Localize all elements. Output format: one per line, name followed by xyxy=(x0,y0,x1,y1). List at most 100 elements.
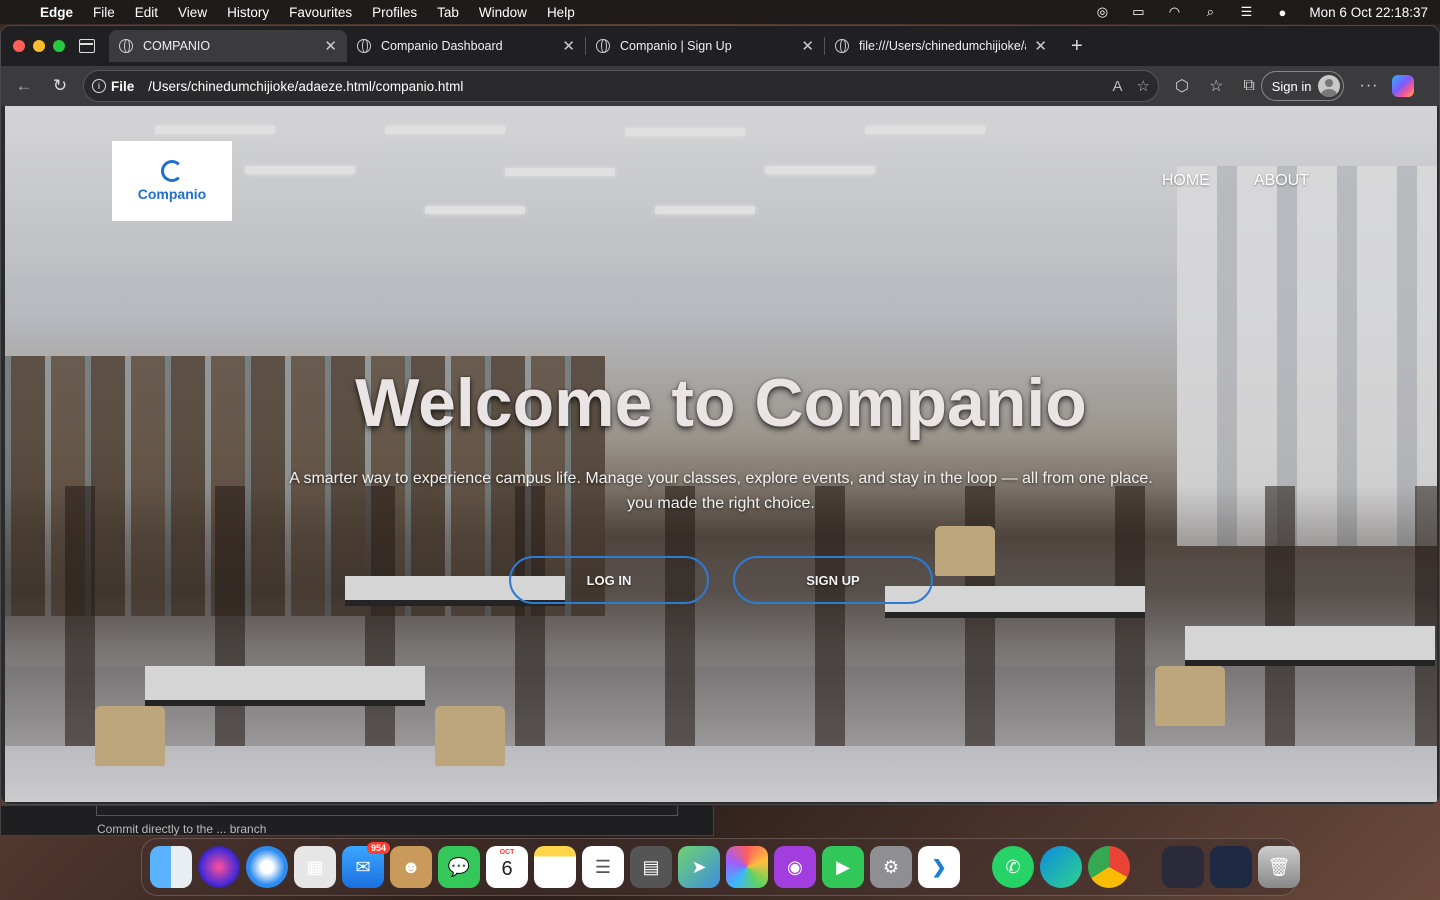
vscode-icon[interactable]: ❯ xyxy=(918,846,960,888)
system-settings-icon[interactable]: ⚙ xyxy=(870,846,912,888)
menu-favourites[interactable]: Favourites xyxy=(289,5,352,20)
photos-icon[interactable] xyxy=(726,846,768,888)
tab-companio-sign-up[interactable]: Companio | Sign Up ✕ xyxy=(586,30,824,62)
window-controls xyxy=(13,40,65,52)
wifi-icon[interactable]: ◠ xyxy=(1165,4,1183,19)
mail-icon[interactable]: ✉ 954 xyxy=(342,842,390,888)
new-tab-icon[interactable]: + xyxy=(1071,35,1083,58)
search-icon[interactable]: ⌕ xyxy=(1201,4,1219,19)
notes-icon[interactable] xyxy=(534,846,576,888)
tab-bar: COMPANIO ✕ Companio Dashboard ✕ Companio… xyxy=(1,26,1439,66)
address-url[interactable]: /Users/chinedumchijioke/adaeze.html/comp… xyxy=(148,79,1098,94)
nav-about-link[interactable]: ABOUT xyxy=(1254,172,1309,190)
menu-bar-clock[interactable]: Mon 6 Oct 22:18:37 xyxy=(1309,5,1428,20)
tab-companio[interactable]: COMPANIO ✕ xyxy=(109,30,347,62)
extensions-icon[interactable]: ⬡ xyxy=(1175,76,1189,96)
trash-icon[interactable]: 🗑 xyxy=(1258,846,1300,888)
toolbar-icons: ⬡ ☆ ⧉ xyxy=(1175,76,1255,96)
globe-icon xyxy=(596,39,610,53)
calculator-icon[interactable]: ▤ xyxy=(630,846,672,888)
back-arrow-icon[interactable]: ← xyxy=(11,76,37,96)
hero-subtitle-line-1: A smarter way to experience campus life.… xyxy=(289,470,1153,487)
avatar-icon xyxy=(1317,75,1340,97)
address-scheme-label: File xyxy=(111,78,135,94)
control-center-icon[interactable]: ☰ xyxy=(1237,4,1255,19)
menu-history[interactable]: History xyxy=(227,5,269,20)
close-tab-icon[interactable]: ✕ xyxy=(324,37,337,55)
favourite-star-icon[interactable]: ☆ xyxy=(1137,77,1150,95)
siri-icon[interactable] xyxy=(198,846,240,888)
tab-title: file:///Users/chinedumchijioke/a xyxy=(859,39,1027,53)
address-bar[interactable]: i File /Users/chinedumchijioke/adaeze.ht… xyxy=(83,70,1159,102)
close-tab-icon[interactable]: ✕ xyxy=(562,37,575,55)
recent-window-icon[interactable] xyxy=(1162,846,1204,888)
copilot-icon[interactable] xyxy=(1392,75,1415,97)
browser-toolbar: ← ↻ i File /Users/chinedumchijioke/adaez… xyxy=(1,66,1439,106)
reminders-icon[interactable]: ☰ xyxy=(582,846,624,888)
sign-in-label: Sign in xyxy=(1271,78,1312,94)
menu-tab[interactable]: Tab xyxy=(437,5,459,20)
tab-actions-icon[interactable] xyxy=(79,39,95,53)
menu-edit[interactable]: Edit xyxy=(135,5,158,20)
hero-subtitle-line-2: you made the right choice. xyxy=(627,495,815,512)
calendar-month: OCT xyxy=(499,849,515,856)
logo-text: Companio xyxy=(137,186,207,202)
info-icon[interactable]: i xyxy=(92,79,106,93)
menu-app-name[interactable]: Edge xyxy=(40,5,73,20)
companio-logo[interactable]: Companio xyxy=(112,141,232,221)
edge-icon[interactable] xyxy=(1040,846,1082,888)
launchpad-icon[interactable]: ▦ xyxy=(294,846,336,888)
calendar-day: 6 xyxy=(501,858,513,880)
menu-window[interactable]: Window xyxy=(479,5,527,20)
menu-profiles[interactable]: Profiles xyxy=(372,5,417,20)
companio-logo-icon xyxy=(161,160,183,182)
maps-icon[interactable]: ➤ xyxy=(678,846,720,888)
facetime-icon[interactable]: ▶ xyxy=(822,846,864,888)
mail-badge: 954 xyxy=(366,842,390,854)
grammarly-icon[interactable]: ◎ xyxy=(1093,4,1111,19)
page-viewport: Companio HOME ABOUT Welcome to Companio … xyxy=(5,106,1437,802)
contacts-icon[interactable]: ☻ xyxy=(390,846,432,888)
background-editor-text: Commit directly to the ... branch xyxy=(97,822,267,836)
macos-menu-bar: Edge File Edit View History Favourites P… xyxy=(0,0,1440,24)
recent-window-icon[interactable] xyxy=(1210,846,1252,888)
more-options-icon[interactable]: ··· xyxy=(1360,77,1379,95)
tab-local-file[interactable]: file:///Users/chinedumchijioke/a ✕ xyxy=(825,30,1057,62)
podcasts-icon[interactable]: ◉ xyxy=(774,846,816,888)
tab-title: Companio | Sign Up xyxy=(620,39,732,53)
minimize-window-button[interactable] xyxy=(33,40,45,52)
reload-icon[interactable]: ↻ xyxy=(47,76,73,96)
close-tab-icon[interactable]: ✕ xyxy=(1034,37,1047,55)
menu-help[interactable]: Help xyxy=(547,5,575,20)
favourites-icon[interactable]: ☆ xyxy=(1209,76,1223,96)
messages-icon[interactable]: 💬 xyxy=(438,846,480,888)
menu-view[interactable]: View xyxy=(178,5,207,20)
chrome-icon[interactable] xyxy=(1088,846,1130,888)
read-aloud-icon[interactable]: A xyxy=(1113,78,1123,95)
close-window-button[interactable] xyxy=(13,40,25,52)
log-in-button[interactable]: LOG IN xyxy=(509,556,709,604)
browser-window: COMPANIO ✕ Companio Dashboard ✕ Companio… xyxy=(0,25,1440,805)
calendar-icon[interactable]: OCT 6 xyxy=(486,846,528,888)
hero-subtitle: A smarter way to experience campus life.… xyxy=(265,466,1177,516)
site-nav: HOME ABOUT xyxy=(1162,172,1309,190)
screenshot-icon[interactable]: ⧉ xyxy=(1243,77,1254,95)
globe-icon xyxy=(119,39,133,53)
globe-icon xyxy=(357,39,371,53)
tab-companio-dashboard[interactable]: Companio Dashboard ✕ xyxy=(347,30,585,62)
close-tab-icon[interactable]: ✕ xyxy=(801,37,814,55)
battery-icon[interactable]: ▭ xyxy=(1129,4,1147,19)
sign-in-button[interactable]: Sign in xyxy=(1260,71,1344,101)
background-editor-window[interactable]: Commit directly to the ... branch xyxy=(0,806,714,836)
tab-title: Companio Dashboard xyxy=(381,39,503,53)
file-icon xyxy=(835,39,849,53)
siri-icon[interactable]: ● xyxy=(1273,5,1291,20)
menu-file[interactable]: File xyxy=(93,5,115,20)
sign-up-button[interactable]: SIGN UP xyxy=(733,556,933,604)
whatsapp-icon[interactable]: ✆ xyxy=(992,846,1034,888)
zoom-window-button[interactable] xyxy=(53,40,65,52)
safari-icon[interactable] xyxy=(246,846,288,888)
macos-dock: ▦ ✉ 954 ☻ 💬 OCT 6 ☰ ▤ ➤ ◉ ▶ ⚙ ❯ ✆ 🗑 xyxy=(141,838,1300,896)
finder-icon[interactable] xyxy=(150,846,192,888)
nav-home-link[interactable]: HOME xyxy=(1162,172,1210,190)
